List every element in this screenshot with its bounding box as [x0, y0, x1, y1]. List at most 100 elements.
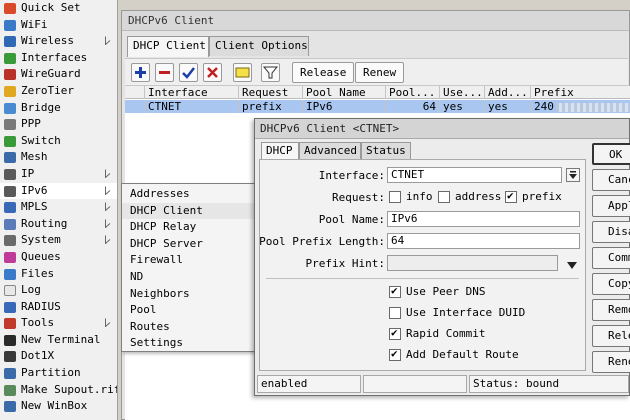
- sidebar-item-label: Log: [21, 283, 41, 297]
- sidebar-item-make-supout-rif[interactable]: Make Supout.rif: [0, 382, 117, 399]
- sidebar-item-quick-set[interactable]: Quick Set: [0, 0, 117, 17]
- col-prefix[interactable]: Prefix: [531, 86, 630, 99]
- table-row[interactable]: CTNET prefix IPv6 64 yes yes 240: [125, 100, 630, 113]
- submenu-arrow-icon: [105, 36, 111, 46]
- sidebar-item-bridge[interactable]: Bridge: [0, 100, 117, 117]
- col-pool-prefix-length[interactable]: Pool...: [386, 86, 440, 99]
- pool-prefix-length-input[interactable]: 64: [387, 233, 580, 249]
- sidebar-item-radius[interactable]: RADIUS: [0, 299, 117, 316]
- submenu-item-pool[interactable]: Pool: [122, 302, 258, 319]
- submenu-item-firewall[interactable]: Firewall: [122, 252, 258, 269]
- sidebar-item-label: Partition: [21, 366, 81, 380]
- apply-button[interactable]: Apply: [592, 195, 630, 217]
- submenu-item-dhcp-server[interactable]: DHCP Server: [122, 236, 258, 253]
- disable-button[interactable]: [203, 63, 222, 82]
- log-icon: [4, 285, 16, 297]
- sidebar-item-files[interactable]: Files: [0, 266, 117, 283]
- use-peer-dns-checkbox[interactable]: ✔: [389, 285, 401, 298]
- sidebar-item-label: Routing: [21, 216, 68, 230]
- prefix-hint-label: Prefix Hint:: [305, 257, 385, 270]
- tab-dhcp-client[interactable]: DHCP Client: [127, 36, 209, 57]
- col-use-peer-dns[interactable]: Use...: [440, 86, 485, 99]
- prefix-hint-input[interactable]: [387, 255, 558, 271]
- sidebar-item-tools[interactable]: Tools: [0, 315, 117, 332]
- state-indicator: enabled: [257, 375, 361, 393]
- tab-client-options[interactable]: Client Options: [209, 36, 309, 56]
- submenu-item-dhcp-client[interactable]: DHCP Client: [122, 202, 258, 220]
- release-button[interactable]: Release: [592, 325, 630, 347]
- remove-button[interactable]: Remove: [592, 299, 630, 321]
- disable-button[interactable]: Disable: [592, 221, 630, 243]
- submenu-item-nd[interactable]: ND: [122, 269, 258, 286]
- submenu-arrow-icon: [105, 186, 111, 196]
- sidebar-item-new-terminal[interactable]: New Terminal: [0, 332, 117, 349]
- renew-button[interactable]: Renew: [355, 62, 405, 83]
- sidebar-item-queues[interactable]: Queues: [0, 249, 117, 266]
- submenu-item-routes[interactable]: Routes: [122, 319, 258, 336]
- remove-button[interactable]: [155, 63, 174, 82]
- request-info-checkbox[interactable]: [389, 191, 401, 203]
- ok-button[interactable]: OK: [592, 143, 630, 165]
- add-default-route-checkbox[interactable]: ✔: [389, 348, 401, 361]
- sidebar-item-label: Switch: [21, 133, 61, 147]
- sidebar-item-label: ZeroTier: [21, 83, 74, 97]
- prefix-hint-expand-arrow[interactable]: [567, 260, 577, 273]
- use-interface-duid-checkbox[interactable]: [389, 307, 401, 319]
- sidebar-item-ip[interactable]: IP: [0, 166, 117, 183]
- filter-button[interactable]: [261, 63, 280, 82]
- submenu-item-dhcp-relay[interactable]: DHCP Relay: [122, 219, 258, 236]
- sidebar-item-zerotier[interactable]: ZeroTier: [0, 83, 117, 100]
- submenu-item-settings[interactable]: Settings: [122, 335, 258, 352]
- sidebar-item-mesh[interactable]: Mesh: [0, 149, 117, 166]
- sidebar-item-label: Mesh: [21, 150, 48, 164]
- comment-button[interactable]: [233, 63, 252, 82]
- col-request[interactable]: Request: [239, 86, 303, 99]
- interface-select[interactable]: CTNET: [387, 167, 562, 183]
- sidebar-item-system[interactable]: System: [0, 232, 117, 249]
- add-button[interactable]: [131, 63, 150, 82]
- sidebar-item-wireless[interactable]: Wireless: [0, 33, 117, 50]
- copy-button[interactable]: Copy: [592, 273, 630, 295]
- col-pool-name[interactable]: Pool Name: [303, 86, 386, 99]
- request-prefix-checkbox[interactable]: ✔: [505, 190, 517, 203]
- pool-prefix-length-label: Pool Prefix Length:: [259, 235, 385, 248]
- cancel-button[interactable]: Cancel: [592, 169, 630, 191]
- prefix-value: 240: [534, 100, 554, 113]
- submenu-item-neighbors[interactable]: Neighbors: [122, 286, 258, 303]
- sidebar-item-log[interactable]: Log: [0, 282, 117, 299]
- interface-dropdown-button[interactable]: [566, 168, 580, 182]
- submenu-arrow-icon: [105, 202, 111, 212]
- sidebar-item-label: Tools: [21, 316, 55, 330]
- status-middle: [363, 375, 467, 393]
- sidebar-item-partition[interactable]: Partition: [0, 365, 117, 382]
- sidebar-item-wireguard[interactable]: WireGuard: [0, 66, 117, 83]
- sidebar-item-mpls[interactable]: MPLS: [0, 199, 117, 216]
- submenu-item-addresses[interactable]: Addresses: [122, 186, 258, 203]
- comment-button[interactable]: Comment: [592, 247, 630, 269]
- dhcp-tab-panel: Interface: CTNET Request: info address ✔…: [259, 159, 586, 371]
- toolbar: Release Renew: [125, 58, 628, 86]
- sidebar-item-new-winbox[interactable]: New WinBox: [0, 398, 117, 415]
- sidebar-item-routing[interactable]: Routing: [0, 216, 117, 233]
- use-interface-duid-label: Use Interface DUID: [406, 306, 526, 319]
- tab-advanced[interactable]: Advanced: [299, 142, 361, 160]
- sidebar-item-ipv6[interactable]: IPv6: [0, 182, 117, 200]
- sidebar-item-label: IPv6: [21, 183, 48, 197]
- col-interface[interactable]: Interface: [145, 86, 239, 99]
- rapid-commit-checkbox[interactable]: ✔: [389, 327, 401, 340]
- sidebar-item-ppp[interactable]: PPP: [0, 116, 117, 133]
- request-address-checkbox[interactable]: [438, 191, 450, 203]
- pool-name-input[interactable]: IPv6: [387, 211, 580, 227]
- renew-button[interactable]: Renew: [592, 351, 630, 373]
- sidebar-item-wifi[interactable]: WiFi: [0, 17, 117, 34]
- release-button[interactable]: Release: [292, 62, 355, 83]
- sidebar-item-interfaces[interactable]: Interfaces: [0, 50, 117, 67]
- sidebar-item-label: PPP: [21, 117, 41, 131]
- tab-status[interactable]: Status: [361, 142, 411, 160]
- terminal-icon: [4, 334, 16, 346]
- col-add-default-route[interactable]: Add...: [485, 86, 531, 99]
- enable-button[interactable]: [179, 63, 198, 82]
- sidebar-item-switch[interactable]: Switch: [0, 133, 117, 150]
- sidebar-item-dot1x[interactable]: Dot1X: [0, 348, 117, 365]
- switch-icon: [4, 135, 16, 147]
